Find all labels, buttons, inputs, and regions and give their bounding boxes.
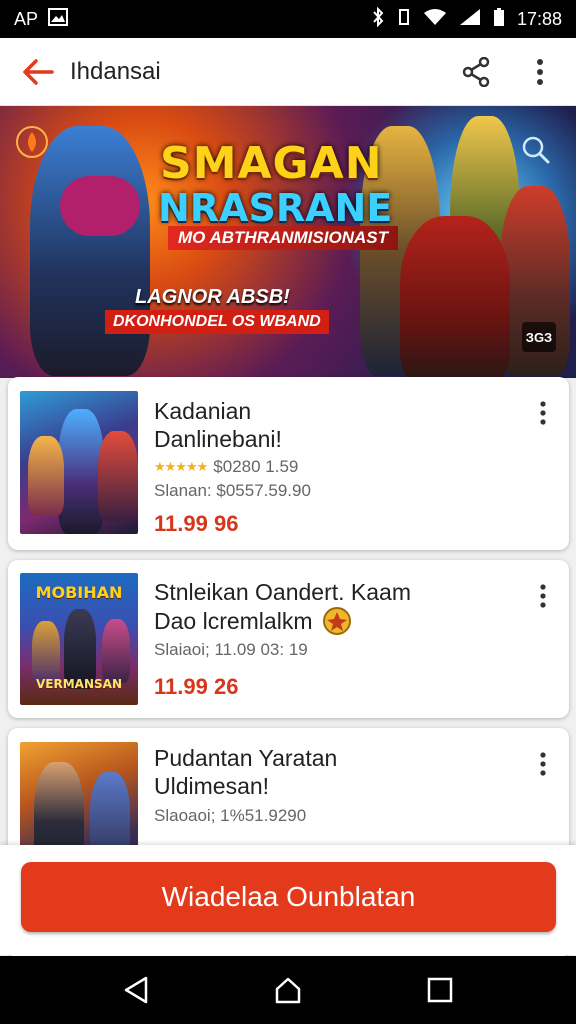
battery-icon — [493, 7, 505, 32]
product-price: 11.99 26 — [154, 674, 239, 699]
product-meta: Slaiaoi; 11.09 03: 19 — [154, 640, 308, 659]
product-card[interactable]: MOBIHAN VERMANSAN Stnleikan Oandert. Kaa… — [8, 560, 569, 718]
age-rating-badge: ЗGЗ — [522, 322, 556, 352]
flame-emblem-icon — [12, 122, 52, 162]
product-price: 11.99 96 — [154, 511, 239, 536]
product-thumbnail: MOBIHAN VERMANSAN — [20, 573, 138, 705]
banner-hero-figure — [400, 216, 510, 378]
product-rating-row: ★★★★★ $0280 1.59 — [154, 457, 298, 477]
product-rating-text: $0280 1.59 — [213, 457, 299, 476]
gold-emblem-icon — [323, 607, 352, 635]
image-notification-icon — [48, 7, 69, 31]
status-bar: AP 17:88 — [0, 0, 576, 38]
bluetooth-icon — [371, 6, 385, 32]
product-meta: Slanan: $0557.59.90 — [154, 481, 311, 500]
arrow-left-icon — [23, 58, 54, 85]
product-name-line2-row: Dao lcremlalkm — [154, 606, 352, 636]
vibrate-icon — [397, 7, 411, 32]
banner-search-button[interactable] — [518, 132, 554, 168]
product-more-button[interactable] — [529, 395, 557, 431]
product-name-line1: Stnleikan Oandert. Kaam — [154, 579, 411, 605]
nav-back-button[interactable] — [112, 966, 160, 1014]
banner-tagline: LAGNOR ABSB! — [135, 286, 290, 308]
triangle-back-icon — [124, 976, 148, 1004]
banner-ribbon: DKONHONDEL OS WBAND — [105, 310, 329, 334]
overflow-menu-button[interactable] — [522, 54, 558, 90]
product-name-line2: Danlinebani! — [154, 426, 282, 452]
square-recents-icon — [427, 977, 453, 1003]
rating-stars-icon: ★★★★★ — [154, 459, 208, 474]
home-icon — [275, 977, 301, 1004]
thumbnail-title: MOBIHAN — [35, 583, 123, 602]
more-vert-icon — [537, 58, 543, 85]
promo-banner[interactable]: SMAGAN NRASRANE MO ABTHRANMISIONAST LAGN… — [0, 106, 576, 378]
banner-hero-figure — [30, 126, 150, 376]
more-vert-icon — [540, 752, 546, 776]
search-icon — [522, 136, 550, 164]
product-more-button[interactable] — [529, 746, 557, 782]
page-title: Ihdansai — [70, 57, 161, 85]
signal-icon — [459, 8, 481, 31]
banner-title-line2: NRASRANE — [158, 186, 393, 230]
product-thumbnail — [20, 391, 138, 534]
product-meta: Slaoaoi; 1%51.9290 — [154, 806, 307, 825]
banner-title-line1: SMAGAN — [160, 138, 383, 189]
wifi-icon — [423, 8, 447, 31]
nav-home-button[interactable] — [264, 966, 312, 1014]
bottom-action-bar: Wiadelaa Ounblatan — [0, 845, 576, 955]
status-carrier-text: AP — [14, 8, 39, 29]
more-vert-icon — [540, 401, 546, 425]
product-name-line2: Uldimesan! — [154, 773, 270, 799]
share-button[interactable] — [458, 54, 494, 90]
banner-subtitle: MO ABTHRANMISIONAST — [168, 226, 398, 250]
share-icon — [462, 56, 490, 87]
product-card[interactable]: Kadanian Danlinebani! ★★★★★ $0280 1.59 S… — [8, 377, 569, 550]
more-vert-icon — [540, 584, 546, 608]
app-bar: Ihdansai — [0, 38, 576, 106]
primary-action-button[interactable]: Wiadelaa Ounblatan — [21, 862, 556, 932]
product-name-line1: Kadanian — [154, 398, 252, 424]
product-name-line2: Dao lcremlalkm — [154, 608, 313, 634]
product-name-line1: Pudantan Yaratan — [154, 745, 338, 771]
thumbnail-subtitle: VERMANSAN — [36, 677, 122, 691]
system-navigation-bar — [0, 956, 576, 1024]
nav-recents-button[interactable] — [416, 966, 464, 1014]
back-button[interactable] — [18, 52, 58, 92]
status-time: 17:88 — [516, 8, 562, 29]
product-more-button[interactable] — [529, 578, 557, 614]
